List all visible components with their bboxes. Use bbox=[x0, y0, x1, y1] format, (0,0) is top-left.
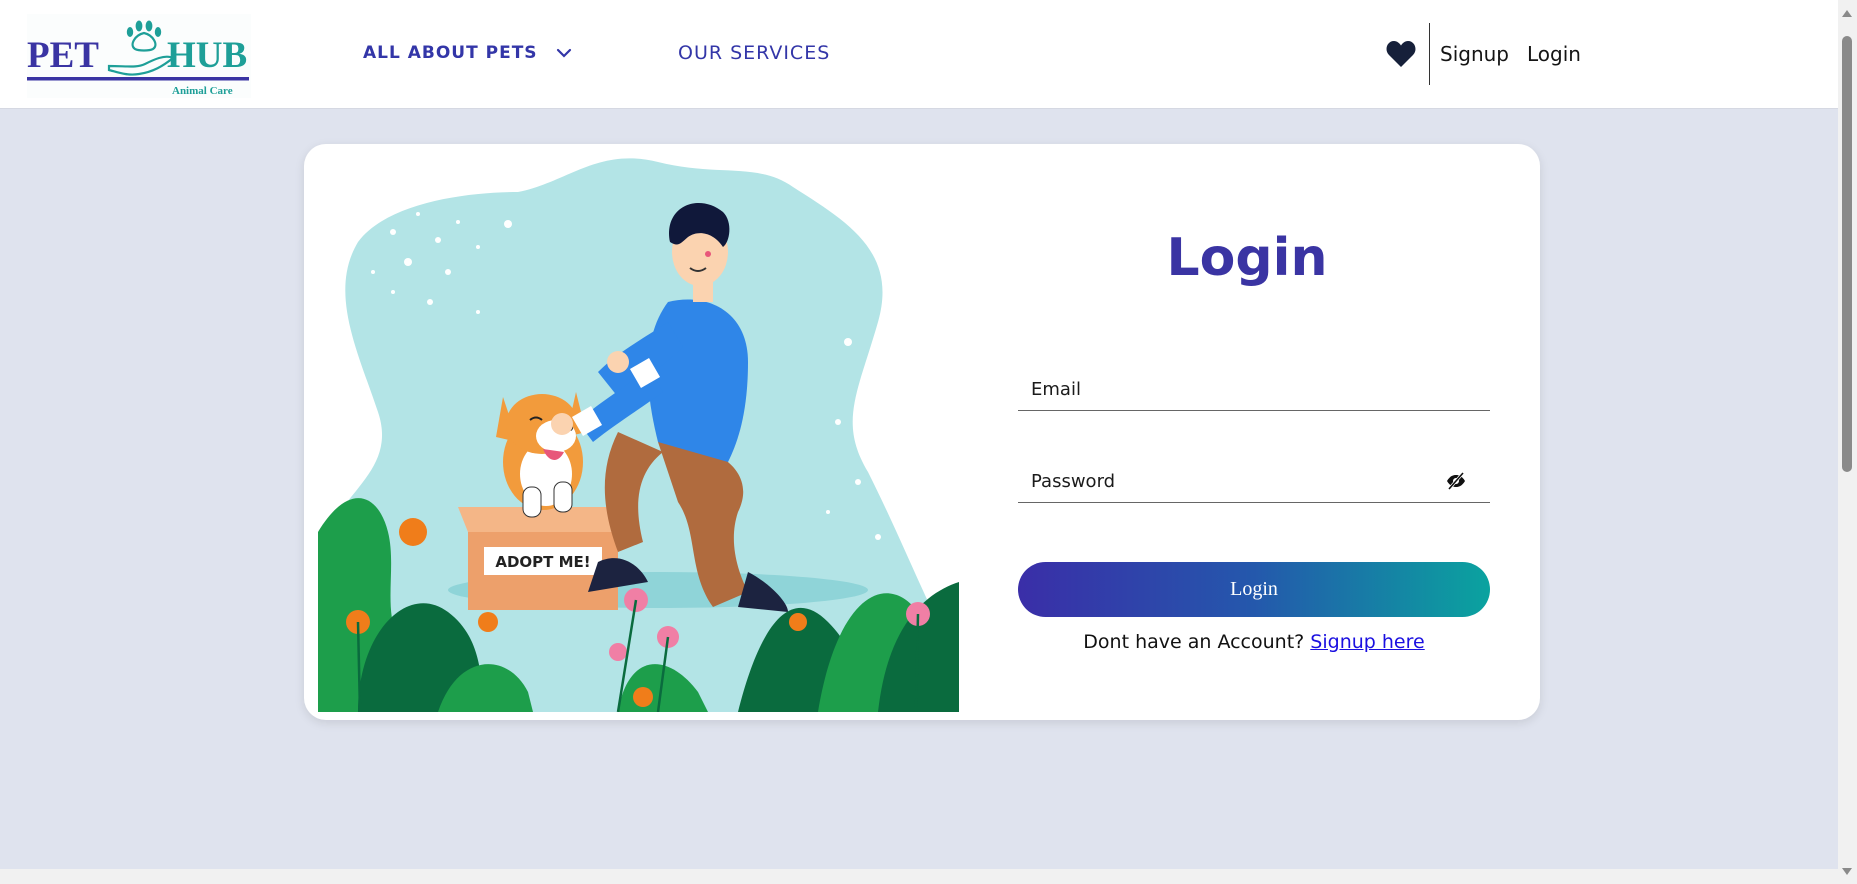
scroll-thumb[interactable] bbox=[1842, 36, 1852, 472]
chevron-down-icon bbox=[556, 48, 571, 58]
email-field-container bbox=[1018, 368, 1490, 411]
pethub-logo[interactable]: PET HUB Animal Care bbox=[27, 14, 251, 98]
horizontal-scrollbar[interactable] bbox=[0, 869, 1838, 884]
vertical-scrollbar[interactable] bbox=[1838, 0, 1857, 884]
password-field-container bbox=[1018, 460, 1490, 503]
scroll-down-arrow-icon[interactable] bbox=[1842, 868, 1852, 875]
nav-all-about-pets-label: ALL ABOUT PETS bbox=[363, 43, 538, 63]
nav-divider bbox=[1429, 23, 1430, 85]
nav-signup-link[interactable]: Signup bbox=[1440, 42, 1509, 66]
nav-login-link[interactable]: Login bbox=[1527, 42, 1581, 66]
scroll-up-arrow-icon[interactable] bbox=[1842, 10, 1852, 17]
login-card: ADOPT ME! Login Email Login Dont have an… bbox=[304, 144, 1540, 720]
eye-off-icon[interactable] bbox=[1446, 472, 1466, 490]
logo-pet-text: PET bbox=[27, 35, 99, 76]
email-field[interactable] bbox=[1018, 368, 1473, 410]
signup-prompt: Dont have an Account? Signup here bbox=[1018, 631, 1490, 653]
no-account-text: Dont have an Account? bbox=[1083, 631, 1305, 653]
login-button[interactable]: Login bbox=[1018, 562, 1490, 617]
heart-icon[interactable] bbox=[1386, 40, 1416, 68]
password-field[interactable] bbox=[1018, 460, 1473, 502]
logo-hub-text: HUB bbox=[167, 35, 247, 76]
nav-our-services[interactable]: OUR SERVICES bbox=[678, 42, 830, 64]
logo-tagline: Animal Care bbox=[172, 85, 233, 97]
login-title: Login bbox=[1166, 228, 1328, 288]
navbar: PET HUB Animal Care ALL ABOUT PETS OUR S… bbox=[0, 0, 1838, 109]
adopt-me-label: ADOPT ME! bbox=[495, 553, 590, 571]
signup-here-link[interactable]: Signup here bbox=[1310, 631, 1424, 653]
nav-all-about-pets[interactable]: ALL ABOUT PETS bbox=[363, 43, 572, 63]
